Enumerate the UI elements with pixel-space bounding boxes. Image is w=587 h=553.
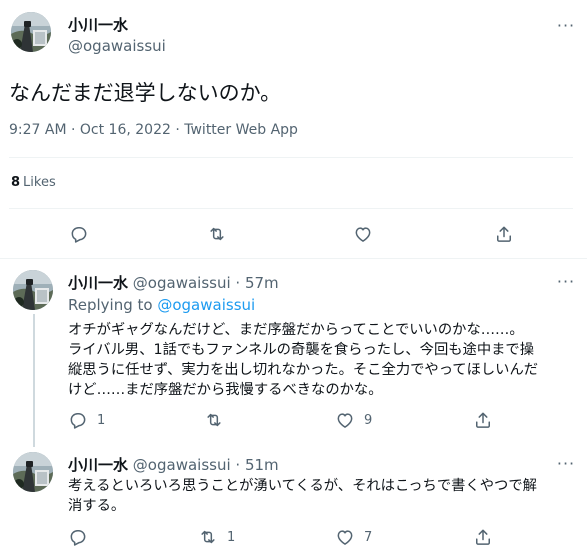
like-button[interactable]: 7	[335, 527, 372, 547]
reply-icon	[68, 410, 88, 430]
like-button[interactable]	[353, 224, 373, 244]
thread-line	[33, 314, 35, 447]
user-handle[interactable]: @ogawaissui	[133, 456, 231, 474]
tweet-timestamp[interactable]: 9:27 AM · Oct 16, 2022 · Twitter Web App	[9, 122, 298, 138]
reply-button[interactable]	[68, 527, 97, 547]
share-icon	[473, 527, 493, 547]
reply-button[interactable]: 1	[68, 410, 105, 430]
mention-link[interactable]: @ogawaissui	[157, 296, 255, 314]
like-count: 7	[364, 529, 373, 545]
reply-text-line: 縦思うに任せず、実力を出し切れなかった。そこ全力でやってほしいんだ	[68, 362, 539, 378]
display-name[interactable]: 小川一水	[68, 456, 128, 474]
share-icon	[494, 224, 514, 244]
reply-text: 考えるといろいろ思うことが湧いてくるが、それはこっちで書くやつで解 消する。	[68, 476, 537, 516]
retweet-button[interactable]	[204, 410, 233, 430]
retweet-icon	[198, 527, 218, 547]
avatar[interactable]	[13, 270, 53, 310]
more-options-icon[interactable]: ···	[551, 10, 581, 40]
retweet-button[interactable]: 1	[198, 527, 235, 547]
display-name[interactable]: 小川一水	[68, 14, 128, 35]
like-icon	[353, 224, 373, 244]
reply-text: オチがギャグなんだけど、まだ序盤だからってことでいいのかな……。 ライバル男、1…	[68, 320, 538, 400]
share-icon	[473, 410, 493, 430]
retweet-icon	[204, 410, 224, 430]
like-button[interactable]: 9	[335, 410, 372, 430]
reply-count: 1	[97, 412, 106, 428]
likes-label: Likes	[23, 175, 56, 190]
reply-text-line: 考えるといろいろ思うことが湧いてくるが、それはこっちで書くやつで解	[68, 478, 537, 494]
share-button[interactable]	[473, 527, 493, 547]
display-name[interactable]: 小川一水	[68, 274, 128, 292]
reply-icon	[68, 527, 88, 547]
avatar[interactable]	[13, 452, 53, 492]
like-count: 9	[364, 412, 373, 428]
reply-text-line: オチがギャグなんだけど、まだ序盤だからってことでいいのかな……。	[68, 322, 524, 338]
more-options-icon[interactable]: ···	[551, 266, 581, 296]
tweet-text: なんだまだ退学しないのか。	[9, 81, 282, 105]
reply-button[interactable]	[69, 224, 89, 244]
retweet-button[interactable]	[207, 224, 227, 244]
share-button[interactable]	[473, 410, 493, 430]
divider	[9, 157, 573, 158]
retweet-count: 1	[227, 529, 236, 545]
reply-time[interactable]: · 51m	[235, 456, 278, 474]
reply-time[interactable]: · 57m	[235, 274, 278, 292]
reply-text-line: けど……まだ序盤だから我慢するべきなのかな。	[68, 382, 383, 398]
share-button[interactable]	[494, 224, 514, 244]
likes-count[interactable]: 8 Likes	[11, 175, 56, 190]
avatar[interactable]	[11, 12, 51, 52]
reply-text-line: ライバル男、1話でもファンネルの奇襲を食らったし、今回も途中まで操	[68, 342, 535, 358]
more-options-icon[interactable]: ···	[551, 448, 581, 478]
likes-number: 8	[11, 175, 21, 190]
like-icon	[335, 410, 355, 430]
reply-header: 小川一水 @ogawaissui · 57m	[68, 272, 279, 293]
divider	[9, 208, 573, 209]
replying-to: Replying to @ogawaissui	[68, 296, 255, 314]
retweet-icon	[207, 224, 227, 244]
user-handle[interactable]: @ogawaissui	[133, 274, 231, 292]
user-handle[interactable]: @ogawaissui	[68, 37, 166, 55]
reply-icon	[69, 224, 89, 244]
reply-text-line: 消する。	[68, 498, 126, 514]
reply-header: 小川一水 @ogawaissui · 51m	[68, 454, 279, 475]
like-icon	[335, 527, 355, 547]
replying-label: Replying to	[68, 296, 153, 314]
divider	[0, 258, 587, 259]
